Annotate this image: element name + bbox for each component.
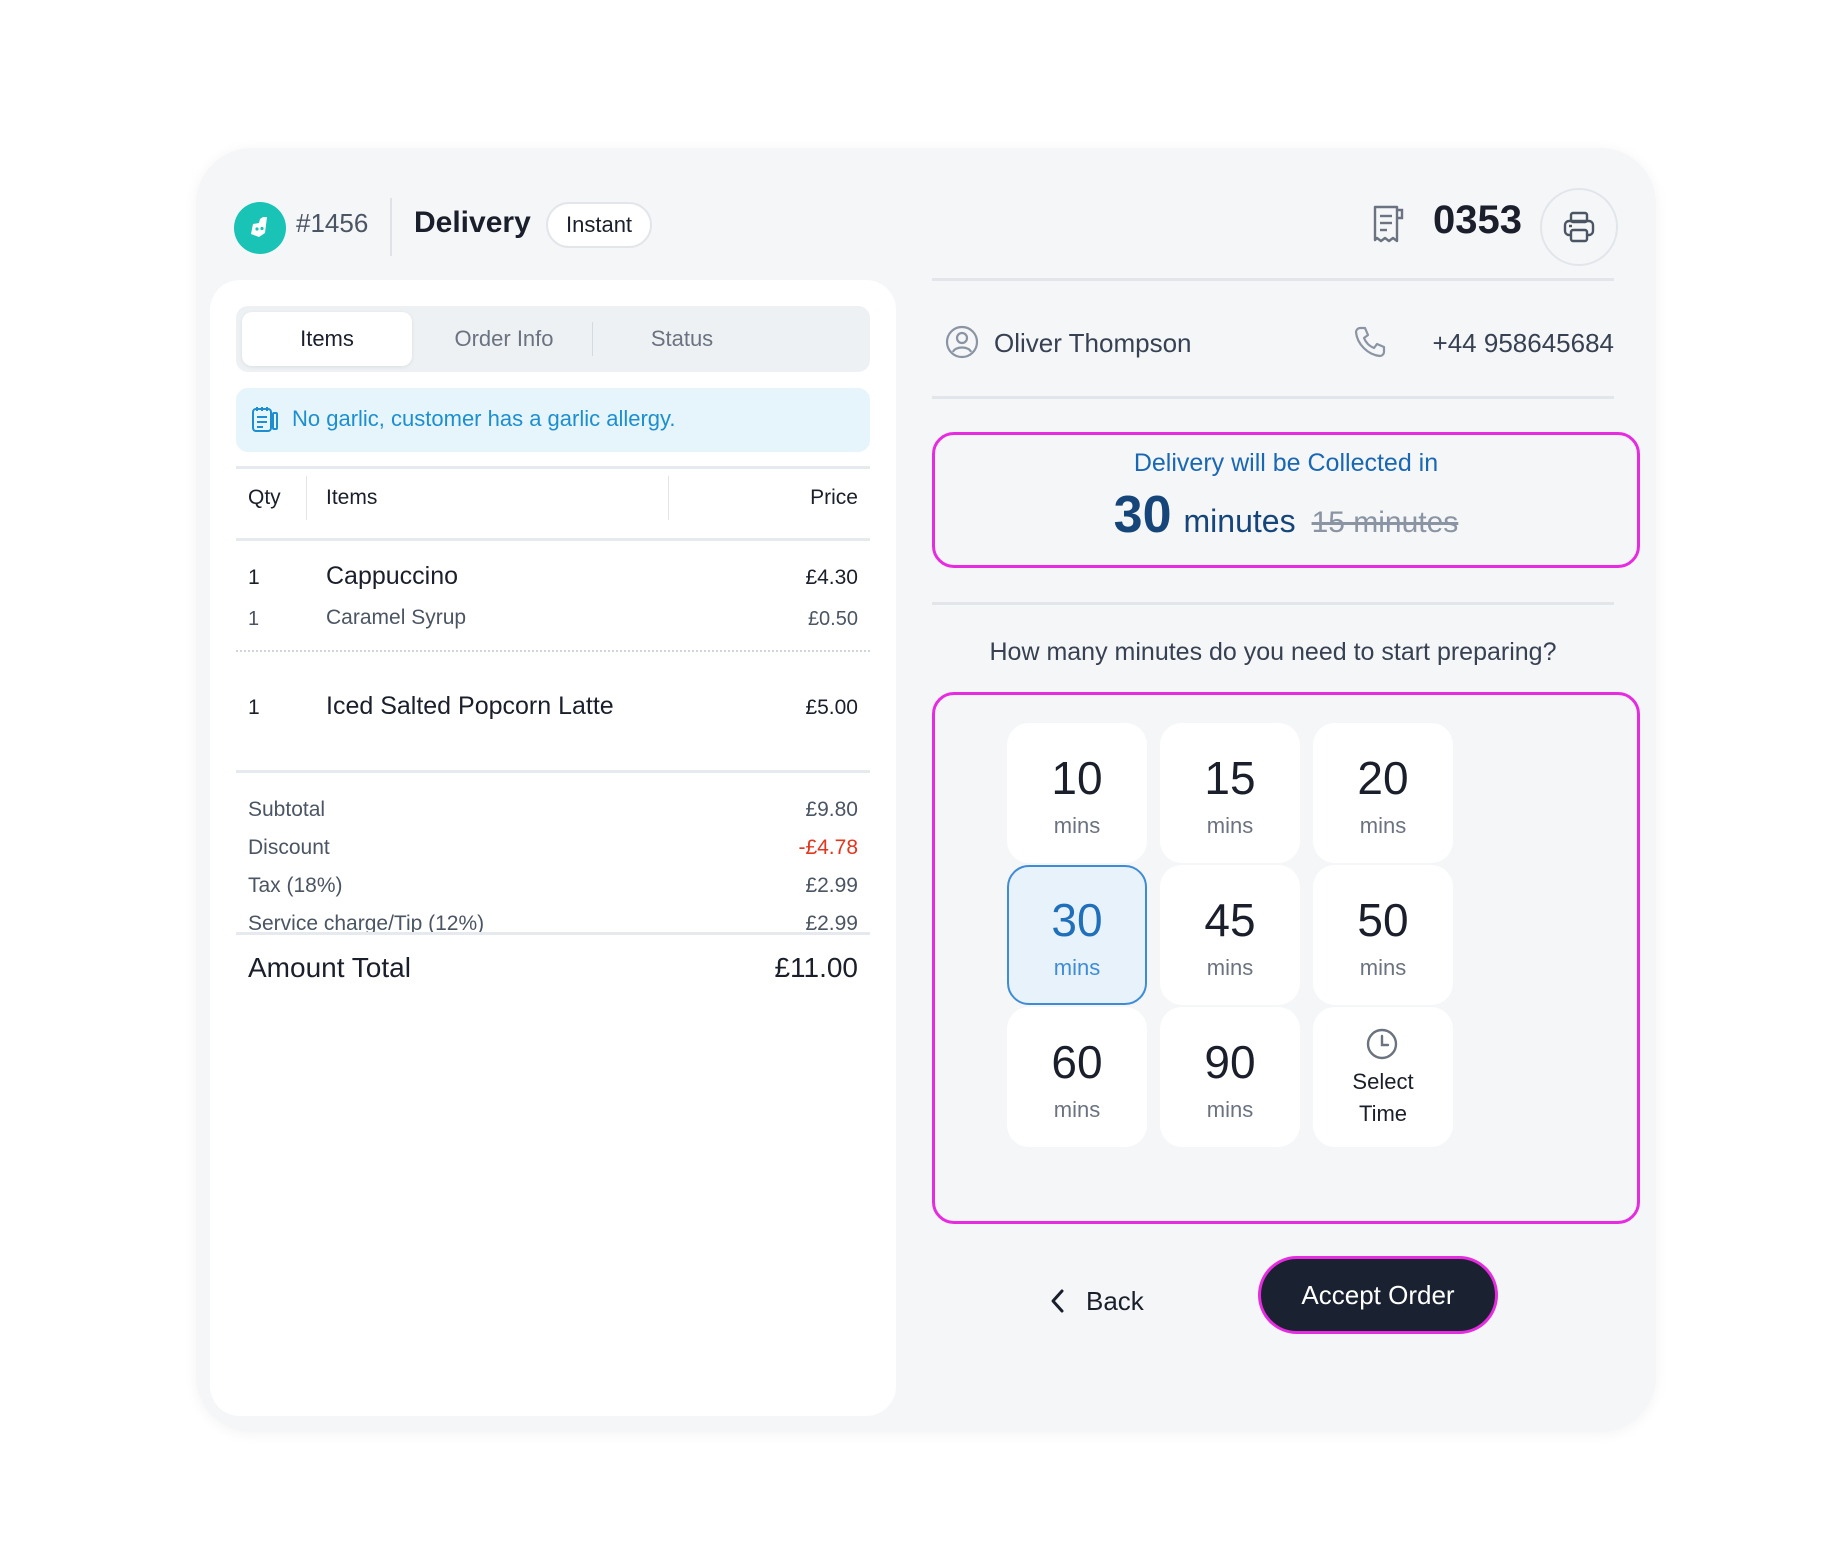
chevron-left-icon [1051,1289,1064,1313]
tax-value: £2.99 [805,874,858,897]
collection-label: Delivery will be Collected in [1133,449,1439,477]
option-20-mins[interactable]: 20 mins [1313,723,1453,863]
select-time-label-line1: Select [1352,1069,1414,1094]
collection-divider [932,602,1614,605]
discount-value: -£4.78 [798,836,858,859]
print-button[interactable] [1540,188,1618,266]
collection-time-box: Delivery will be Collected in 30 minutes… [932,432,1640,568]
customer-phone[interactable]: +44 958645684 [1433,328,1614,359]
option-value: 50 [1357,894,1409,946]
modifier-name: Caramel Syrup [326,606,467,629]
option-unit: mins [1053,813,1101,838]
phone-icon [1354,326,1386,358]
tax-label: Tax (18%) [248,874,343,897]
item-name: Cappuccino [326,562,459,590]
option-value: 45 [1204,894,1256,946]
summary-divider [236,770,870,773]
table-header-divider [236,538,870,541]
customer-name: Oliver Thompson [994,328,1192,358]
option-value: 90 [1204,1036,1256,1088]
collection-values: 30 minutes 15 minutes [935,485,1637,545]
option-unit: mins [1206,813,1254,838]
option-50-mins[interactable]: 50 mins [1313,865,1453,1005]
row-divider [236,650,870,652]
modifier-price: £0.50 [807,608,858,630]
back-button[interactable]: Back [1048,1272,1144,1330]
option-unit: mins [1359,813,1407,838]
option-value: 30 [1051,894,1103,946]
prep-time-question: How many minutes do you need to start pr… [989,638,1557,666]
option-90-mins[interactable]: 90 mins [1160,1007,1300,1147]
option-unit: mins [1206,1097,1254,1122]
option-45-mins[interactable]: 45 mins [1160,865,1300,1005]
item-price: £4.30 [805,566,858,589]
order-type-title: Delivery [414,206,531,239]
instant-badge: Instant [546,202,653,248]
collection-minutes: 30 [1113,486,1172,544]
tab-items[interactable]: Items [242,312,412,366]
header-qty: Qty [248,486,281,509]
option-15-mins[interactable]: 15 mins [1160,723,1300,863]
allergy-note: No garlic, customer has a garlic allergy… [236,388,870,452]
option-value: 15 [1204,752,1256,804]
note-icon [252,407,278,432]
user-icon [945,325,979,359]
option-value: 20 [1357,752,1409,804]
column-separator [668,476,669,520]
select-time-label-line2: Time [1358,1101,1408,1126]
table-top-divider [236,466,870,469]
option-unit: mins [1359,955,1407,980]
item-price: £5.00 [805,696,858,719]
allergy-note-text: No garlic, customer has a garlic allergy… [292,406,676,431]
receipt-icon [1373,205,1404,243]
customer-bottom-divider [932,396,1614,399]
tab-order-info[interactable]: Order Info [416,312,592,366]
option-unit: mins [1053,955,1101,980]
customer-top-divider [932,278,1614,281]
option-60-mins[interactable]: 60 mins [1007,1007,1147,1147]
header-price: Price [810,486,858,509]
amount-total-value: £11.00 [774,952,858,983]
column-separator [306,476,307,520]
previous-collection-time: 15 minutes [1311,506,1459,539]
header-divider [390,198,392,256]
clock-icon [1366,1028,1398,1060]
order-number: #1456 [296,208,369,238]
printer-icon [1563,211,1595,243]
amount-total-label: Amount Total [248,952,411,983]
item-name: Iced Salted Popcorn Latte [326,692,614,720]
prep-time-options: 10 mins 15 mins 20 mins 30 mins 45 mins … [932,692,1640,1224]
deliveroo-logo-icon [234,202,286,254]
item-qty: 1 [248,566,260,589]
select-time-button[interactable]: Select Time [1313,1007,1453,1147]
tab-separator [592,322,593,356]
back-button-label: Back [1086,1285,1144,1316]
header-items: Items [326,486,378,509]
order-tabs: Items Order Info Status [236,306,870,372]
accept-order-button[interactable]: Accept Order [1258,1256,1498,1334]
collection-unit: minutes [1183,503,1296,539]
option-value: 60 [1051,1036,1103,1088]
subtotal-value: £9.80 [805,798,858,821]
order-header: #1456 Delivery Instant 0353 [234,188,1618,268]
tab-status[interactable]: Status [594,312,770,366]
option-10-mins[interactable]: 10 mins [1007,723,1147,863]
option-30-mins[interactable]: 30 mins [1007,865,1147,1005]
order-items-panel: Items Order Info Status No garlic, custo… [210,280,896,1416]
total-divider [236,932,870,935]
option-unit: mins [1053,1097,1101,1122]
option-unit: mins [1206,955,1254,980]
order-card: #1456 Delivery Instant 0353 Items Order … [196,148,1656,1432]
subtotal-label: Subtotal [248,798,326,821]
option-value: 10 [1051,752,1103,804]
item-qty: 1 [248,696,260,719]
discount-label: Discount [248,836,330,859]
modifier-qty: 1 [248,608,260,630]
ticket-number: 0353 [1433,198,1522,242]
